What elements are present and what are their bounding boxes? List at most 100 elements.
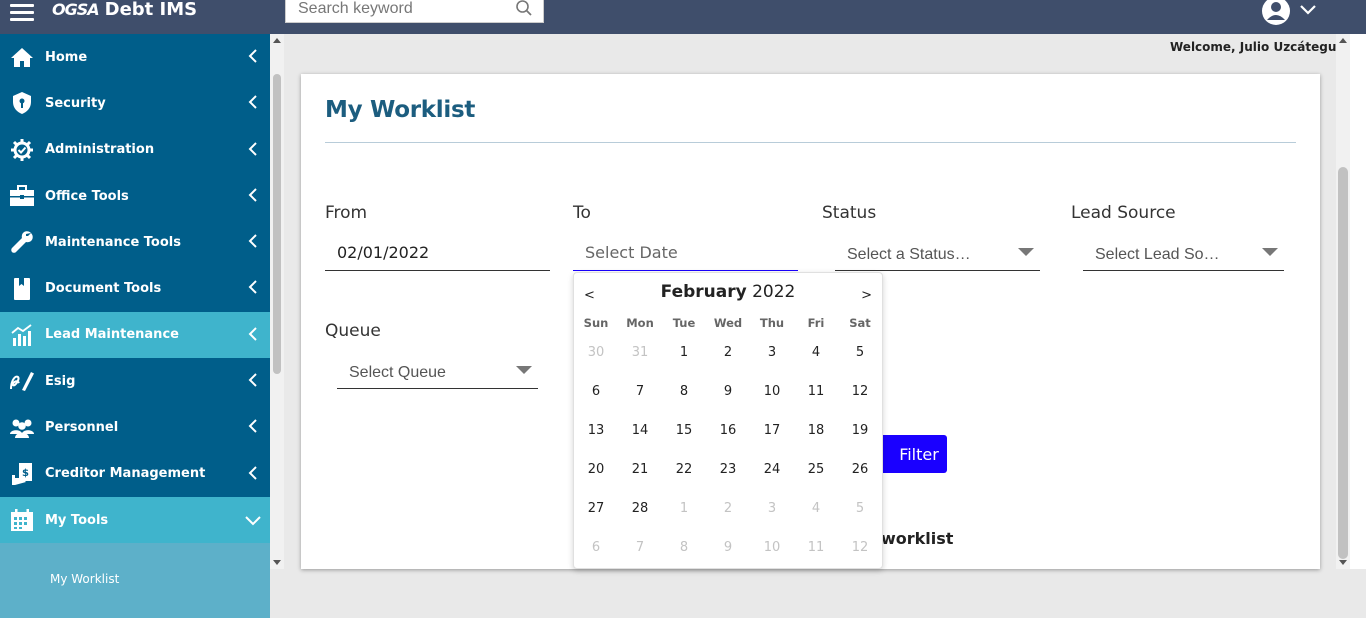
calendar-day-outside-month[interactable]: 7 bbox=[618, 540, 662, 555]
calendar-day[interactable]: 14 bbox=[618, 423, 662, 438]
status-select[interactable]: Select a Status… bbox=[835, 242, 1040, 271]
calendar-day[interactable]: 24 bbox=[750, 462, 794, 477]
dropdown-arrow-icon bbox=[516, 366, 532, 374]
from-date-field[interactable]: 02/01/2022 bbox=[325, 239, 550, 271]
calendar-day[interactable]: 11 bbox=[794, 384, 838, 399]
next-month-button[interactable]: > bbox=[861, 288, 872, 303]
calendar-day-outside-month[interactable]: 30 bbox=[574, 345, 618, 360]
chevron-left-icon bbox=[248, 188, 257, 202]
worklist-heading: worklist bbox=[881, 529, 954, 548]
app-name: Debt IMS bbox=[104, 0, 198, 20]
calendar-day[interactable]: 22 bbox=[662, 462, 706, 477]
calendar-day-outside-month[interactable]: 31 bbox=[618, 345, 662, 360]
sidebar-item-label: My Tools bbox=[45, 512, 109, 528]
calendar-day[interactable]: 4 bbox=[794, 345, 838, 360]
sidebar-item-creditor-management[interactable]: $ Creditor Management bbox=[0, 451, 270, 497]
sidebar-item-security[interactable]: Security bbox=[0, 80, 270, 126]
sidebar-item-my-tools[interactable]: My Tools bbox=[0, 496, 270, 544]
chevron-down-icon[interactable] bbox=[1298, 3, 1318, 17]
calendar-day[interactable]: 18 bbox=[794, 423, 838, 438]
my-tools-submenu: My Worklist bbox=[0, 543, 270, 618]
calendar-day[interactable]: 15 bbox=[662, 423, 706, 438]
calendar-day-outside-month[interactable]: 3 bbox=[750, 501, 794, 516]
briefcase-icon bbox=[9, 183, 35, 209]
lead-source-label: Lead Source bbox=[1071, 203, 1176, 223]
calendar-day[interactable]: 5 bbox=[838, 345, 882, 360]
search-input[interactable] bbox=[286, 0, 501, 22]
sidebar-item-personnel[interactable]: Personnel bbox=[0, 404, 270, 450]
user-avatar-icon[interactable] bbox=[1261, 0, 1291, 26]
chevron-left-icon bbox=[248, 373, 257, 387]
calendar-day[interactable]: 12 bbox=[838, 384, 882, 399]
calendar-day[interactable]: 7 bbox=[618, 384, 662, 399]
sidebar: Home Security Administration Office Tool… bbox=[0, 34, 270, 618]
sidebar-scroll-thumb[interactable] bbox=[273, 74, 281, 374]
sidebar-item-home[interactable]: Home bbox=[0, 34, 270, 80]
chart-icon bbox=[9, 322, 35, 348]
main-scrollbar[interactable] bbox=[1336, 34, 1350, 569]
scroll-up-arrow-icon[interactable] bbox=[273, 38, 281, 43]
calendar-day[interactable]: 9 bbox=[706, 384, 750, 399]
calendar-day-outside-month[interactable]: 8 bbox=[662, 540, 706, 555]
svg-text:$: $ bbox=[22, 468, 29, 479]
calendar-day[interactable]: 13 bbox=[574, 423, 618, 438]
weekday-label: Sat bbox=[849, 316, 871, 330]
logo-mark: OGSA bbox=[52, 0, 100, 19]
scroll-up-arrow-icon[interactable] bbox=[1339, 38, 1347, 43]
calendar-day[interactable]: 26 bbox=[838, 462, 882, 477]
calendar-day[interactable]: 17 bbox=[750, 423, 794, 438]
calendar-day[interactable]: 10 bbox=[750, 384, 794, 399]
calendar-day[interactable]: 23 bbox=[706, 462, 750, 477]
search-icon[interactable] bbox=[515, 0, 533, 17]
sidebar-item-maintenance-tools[interactable]: Maintenance Tools bbox=[0, 219, 270, 265]
calendar-day[interactable]: 16 bbox=[706, 423, 750, 438]
calendar-day-outside-month[interactable]: 4 bbox=[794, 501, 838, 516]
main-scroll-thumb[interactable] bbox=[1338, 167, 1348, 559]
calendar-day[interactable]: 27 bbox=[574, 501, 618, 516]
sidebar-item-esig[interactable]: Esig bbox=[0, 358, 270, 404]
calendar-year: 2022 bbox=[752, 282, 796, 302]
lead-source-select[interactable]: Select Lead So… bbox=[1083, 242, 1284, 271]
app-logo[interactable]: OGSA Debt IMS bbox=[52, 0, 197, 20]
calendar-day-outside-month[interactable]: 1 bbox=[662, 501, 706, 516]
window-edge bbox=[1350, 34, 1366, 569]
sidebar-item-administration[interactable]: Administration bbox=[0, 127, 270, 173]
calendar-day[interactable]: 6 bbox=[574, 384, 618, 399]
calendar-day[interactable]: 2 bbox=[706, 345, 750, 360]
calendar-day[interactable]: 19 bbox=[838, 423, 882, 438]
signature-icon bbox=[9, 368, 35, 394]
calendar-week-row: 6 7 8 9 10 11 12 bbox=[574, 372, 882, 411]
calendar-month-year: February 2022 bbox=[574, 282, 882, 302]
chevron-left-icon bbox=[248, 280, 257, 295]
calendar-day-outside-month[interactable]: 10 bbox=[750, 540, 794, 555]
calendar-day-outside-month[interactable]: 2 bbox=[706, 501, 750, 516]
calendar-day-outside-month[interactable]: 5 bbox=[838, 501, 882, 516]
calendar-week-row: 6 7 8 9 10 11 12 bbox=[574, 528, 882, 567]
dropdown-arrow-icon bbox=[1262, 248, 1278, 256]
hamburger-menu-icon[interactable] bbox=[10, 0, 34, 21]
scroll-down-arrow-icon[interactable] bbox=[1339, 560, 1347, 565]
calendar-day[interactable]: 25 bbox=[794, 462, 838, 477]
calendar-day[interactable]: 21 bbox=[618, 462, 662, 477]
calendar-day[interactable]: 1 bbox=[662, 345, 706, 360]
scroll-down-arrow-icon[interactable] bbox=[273, 560, 281, 565]
calendar-day-outside-month[interactable]: 11 bbox=[794, 540, 838, 555]
calendar-day[interactable]: 3 bbox=[750, 345, 794, 360]
calendar-day-outside-month[interactable]: 12 bbox=[838, 540, 882, 555]
sidebar-item-lead-maintenance[interactable]: Lead Maintenance bbox=[0, 311, 270, 359]
sidebar-scrollbar[interactable] bbox=[270, 34, 284, 569]
sidebar-item-label: Creditor Management bbox=[45, 466, 206, 482]
calendar-day[interactable]: 8 bbox=[662, 384, 706, 399]
calendar-day-outside-month[interactable]: 6 bbox=[574, 540, 618, 555]
to-date-field[interactable]: Select Date bbox=[573, 239, 798, 271]
queue-select[interactable]: Select Queue bbox=[337, 360, 538, 389]
sidebar-subitem-my-worklist[interactable]: My Worklist bbox=[0, 543, 270, 586]
weekday-label: Sun bbox=[583, 316, 609, 330]
calendar-day[interactable]: 20 bbox=[574, 462, 618, 477]
status-select-value: Select a Status… bbox=[847, 246, 971, 263]
to-label: To bbox=[573, 203, 591, 223]
sidebar-item-office-tools[interactable]: Office Tools bbox=[0, 173, 270, 219]
calendar-day-outside-month[interactable]: 9 bbox=[706, 540, 750, 555]
sidebar-item-document-tools[interactable]: Document Tools bbox=[0, 265, 270, 311]
calendar-day[interactable]: 28 bbox=[618, 501, 662, 516]
